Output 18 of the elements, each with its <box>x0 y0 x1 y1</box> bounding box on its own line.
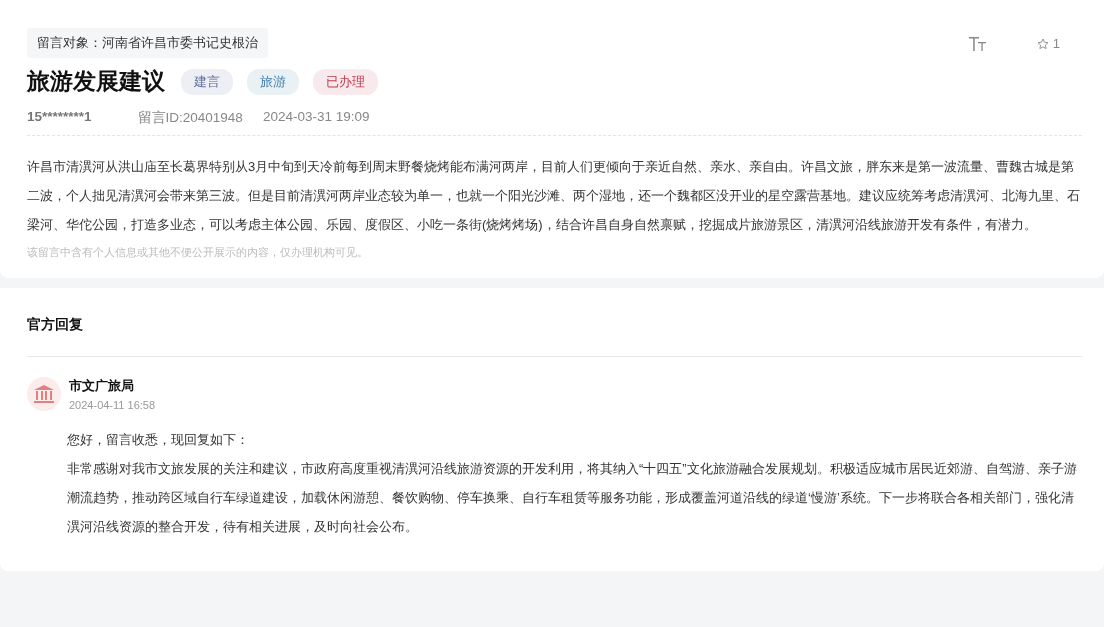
favorite-button[interactable]: 1 <box>1036 36 1060 51</box>
message-body: 许昌市清潩河从洪山庙至长葛界特别从3月中旬到天冷前每到周末野餐烧烤能布满河两岸，目前人们更倾向于亲近自然、亲水、亲自由。许昌文旅，胖东来是第一波流量、曹魏古城是第二波，个人拙见清潩河会带来第三波。但是目前清潩河两岸业态较为单一，也就一个阳光沙滩、两个湿地，还一个魏都区没开业的星空露营基地。建议应统筹考虑清潩河、北海九里、石梁河、华佗公园，打造多业态，可以考虑主体公园、乐园、度假区、小吃一条街(烧烤烤场)，结合许昌自身自然禀赋，挖掘成片旅游景区，清潩河沿线旅游开发有条件，有潜力。 <box>27 158 1081 234</box>
reply-greeting: 您好，留言收悉，现回复如下： <box>67 431 250 449</box>
reply-time: 2024-04-11 16:58 <box>69 399 156 411</box>
tag: 旅游 <box>247 68 299 95</box>
message-id: 留言ID:20401948 <box>137 109 243 127</box>
message-target: 留言对象：河南省许昌市委书记史根治 <box>27 28 268 58</box>
building-icon <box>34 385 54 403</box>
department-name: 市文广旅局 <box>69 377 135 395</box>
tag: 已办理 <box>313 68 378 95</box>
star-icon <box>1036 37 1049 50</box>
message-title: 旅游发展建议 <box>27 67 165 96</box>
author: 15********1 <box>27 109 92 126</box>
message-time: 2024-03-31 19:09 <box>262 109 370 126</box>
section-heading: 官方回复 <box>27 316 1082 357</box>
reply-body: 非常感谢对我市文旅发展的关注和建议，市政府高度重视清潩河沿线旅游资源的开发利用，将其纳入“十四五”文化旅游融合发展规划。积极适应城市居民近郊游、自驾游、亲子游潮流趋势，推动跨区域自行车绿道建设，加载休闲游憩、餐饮购物、停车换乘、自行车租赁等服务功能，形成覆盖河道沿线的绿道‘慢游’系统。下一步将联合各相关部门，强化清潩河沿线资源的整合开发，待有相关进展，及时向社会公布。 <box>67 460 1078 536</box>
font-size-icon[interactable] <box>968 36 987 51</box>
tag: 建言 <box>181 68 233 95</box>
